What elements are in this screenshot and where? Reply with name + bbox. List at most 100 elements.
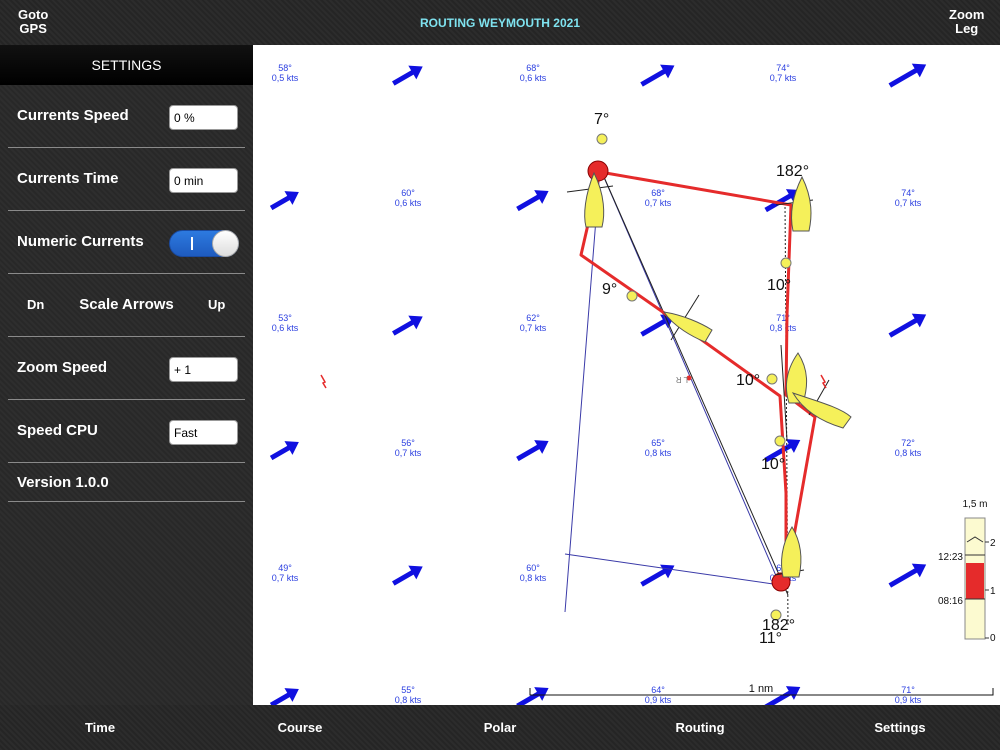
current-arrow-icon xyxy=(640,564,675,587)
current-direction: 62° xyxy=(526,313,540,323)
current-speed: 0,8 kts xyxy=(645,448,672,458)
current-arrow-icon xyxy=(888,63,927,88)
rhumb-line xyxy=(564,167,781,613)
angle-label: 7° xyxy=(594,111,609,128)
yellow-mark xyxy=(766,373,778,385)
map-canvas: 58°0,5 kts68°0,6 kts74°0,7 kts60°0,6 kts… xyxy=(269,63,996,705)
yellow-mark xyxy=(774,435,786,447)
flag-icon xyxy=(320,374,327,389)
yellow-mark xyxy=(626,290,638,302)
current-arrow-icon xyxy=(269,191,299,211)
current-direction: 74° xyxy=(776,63,790,73)
current-speed: 0,5 kts xyxy=(272,73,299,83)
yellow-mark xyxy=(780,257,792,269)
tide-tick: 2 xyxy=(990,538,996,549)
currents-time-input[interactable]: 0 min xyxy=(169,168,238,193)
tide-current-range xyxy=(966,563,984,599)
tide-gauge: 1,5 m 2 1 0 12:23 08:16 xyxy=(938,499,996,644)
numeric-currents-row: Numeric Currents xyxy=(8,211,245,274)
current-speed: 0,6 kts xyxy=(520,73,547,83)
toggle-on-indicator xyxy=(191,237,193,250)
tab-polar[interactable]: Polar xyxy=(400,705,600,750)
current-speed: 0,7 kts xyxy=(895,198,922,208)
boat-icon xyxy=(662,294,713,343)
current-direction: 65° xyxy=(651,438,665,448)
current-arrow-icon xyxy=(516,190,549,212)
current-arrow-icon xyxy=(516,687,549,705)
current-arrows xyxy=(269,63,927,705)
zoom-speed-label: Zoom Speed xyxy=(17,359,108,376)
current-direction: 58° xyxy=(278,63,292,73)
angle-label: 10° xyxy=(761,456,785,473)
current-arrow-icon xyxy=(640,64,675,87)
current-direction: 74° xyxy=(901,188,915,198)
current-speed: 0,7 kts xyxy=(520,323,547,333)
current-speed: 0,8 kts xyxy=(395,695,422,705)
angle-label: 9° xyxy=(602,281,617,298)
version-row: Version 1.0.0 xyxy=(8,463,245,502)
current-speed: 0,7 kts xyxy=(770,73,797,83)
zoom-leg-line2: Leg xyxy=(955,21,979,36)
current-direction: 60° xyxy=(526,563,540,573)
speed-cpu-row: Speed CPU Fast xyxy=(8,400,245,463)
tab-routing[interactable]: Routing xyxy=(600,705,800,750)
routing-track xyxy=(579,170,817,583)
yellow-mark xyxy=(596,133,608,145)
current-direction: 72° xyxy=(901,438,915,448)
current-speed: 0,6 kts xyxy=(395,198,422,208)
current-direction: 55° xyxy=(401,685,415,695)
zoom-speed-input[interactable]: + 1 xyxy=(169,357,238,382)
currents-time-row: Currents Time 0 min xyxy=(8,148,245,211)
current-direction: 56° xyxy=(401,438,415,448)
angle-label: 182° xyxy=(776,163,809,180)
currents-speed-label: Currents Speed xyxy=(17,107,129,124)
current-arrow-icon xyxy=(269,441,299,461)
current-speed: 0,8 kts xyxy=(895,448,922,458)
tab-settings[interactable]: Settings xyxy=(800,705,1000,750)
version-label: Version 1.0.0 xyxy=(17,474,109,491)
zoom-leg-button[interactable]: Zoom Leg xyxy=(949,8,984,36)
current-direction: 53° xyxy=(278,313,292,323)
current-speed: 0,7 kts xyxy=(395,448,422,458)
tab-course[interactable]: Course xyxy=(200,705,400,750)
current-arrow-icon xyxy=(888,563,927,588)
settings-header: SETTINGS xyxy=(0,45,253,85)
angle-label: 11° xyxy=(759,630,782,647)
current-speed: 0,6 kts xyxy=(272,323,299,333)
current-speed: 0,8 kts xyxy=(520,573,547,583)
tab-time[interactable]: Time xyxy=(0,705,200,750)
route-map[interactable]: 58° 0,5 kts 68° 0,6 kts 74° 0,7 kts 60° 0,6 kts… xyxy=(253,45,1000,705)
flag-icon xyxy=(820,374,827,389)
settings-sidebar: SETTINGS Currents Speed 0 % Currents Tim… xyxy=(0,45,253,705)
speed-cpu-label: Speed CPU xyxy=(17,422,98,439)
current-arrow-icon xyxy=(392,315,423,336)
speed-cpu-input[interactable]: Fast xyxy=(169,420,238,445)
tide-tick: 1 xyxy=(990,586,996,597)
tide-time: 08:16 xyxy=(938,596,963,607)
current-direction: 60° xyxy=(401,188,415,198)
current-arrow-icon xyxy=(392,565,423,586)
currents-speed-input[interactable]: 0 % xyxy=(169,105,238,130)
tide-height-label: 1,5 m xyxy=(962,499,987,510)
angle-label: 10° xyxy=(736,372,760,389)
scale-bar: 1 nm xyxy=(529,683,994,696)
current-speed: 0,9 kts xyxy=(895,695,922,705)
scale-arrows-row: Dn Scale Arrows Up xyxy=(8,274,245,337)
toggle-knob xyxy=(212,230,239,257)
scale-bar-label: 1 nm xyxy=(749,683,773,695)
current-speed: 0,7 kts xyxy=(645,198,672,208)
tide-tick: 0 xyxy=(990,633,996,644)
current-direction: 68° xyxy=(526,63,540,73)
scale-up-button[interactable]: Up xyxy=(208,274,225,336)
page-title: ROUTING WEYMOUTH 2021 xyxy=(419,16,581,30)
numeric-currents-toggle[interactable] xyxy=(169,230,239,257)
current-speed: 0,9 kts xyxy=(645,695,672,705)
zoom-speed-row: Zoom Speed + 1 xyxy=(8,337,245,400)
current-arrow-icon xyxy=(516,440,549,462)
boat-icon xyxy=(775,175,814,232)
current-arrow-icon xyxy=(392,65,423,86)
current-speed: 0,8 kts xyxy=(770,323,797,333)
top-bar: Goto GPS ROUTING WEYMOUTH 2021 Zoom Leg xyxy=(0,0,1000,45)
zoom-leg-line1: Zoom xyxy=(949,7,985,22)
numeric-currents-label: Numeric Currents xyxy=(17,233,144,250)
